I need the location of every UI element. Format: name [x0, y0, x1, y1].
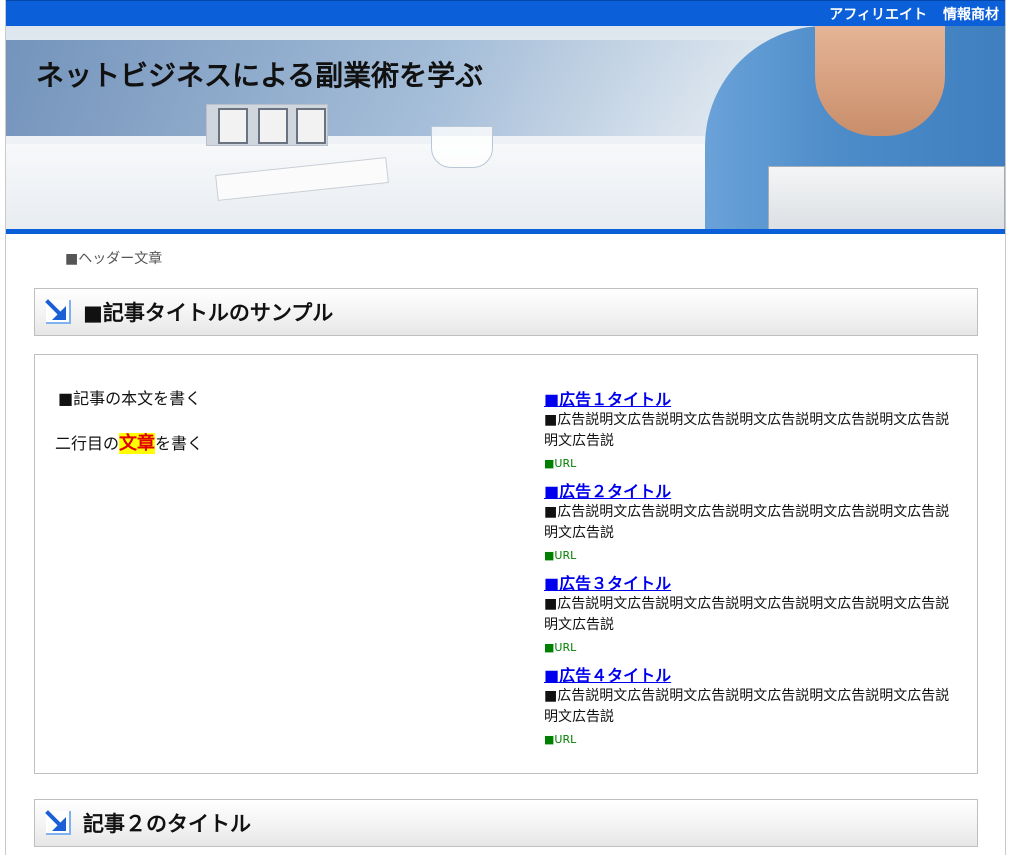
photo-frame-icon	[258, 108, 288, 144]
highlighted-word: 文章	[119, 433, 156, 454]
ad-description: ■広告説明文広告説明文広告説明文広告説明文広告説明文広告説明文広告説	[544, 412, 950, 449]
topbar-link-affiliate[interactable]: アフィリエイト	[829, 4, 927, 24]
article-title: ■記事タイトルのサンプル	[83, 301, 334, 325]
article2-title: 記事２のタイトル	[83, 812, 251, 836]
ad-url: ■URL	[544, 457, 577, 470]
page: アフィリエイト 情報商材 ネットビジネスによる副業術を学ぶ ■ヘッダー文章 ■記…	[5, 0, 1006, 855]
body-line-2-text-end: を書く	[155, 434, 204, 453]
body-line-1: ■記事の本文を書く	[58, 389, 202, 408]
ad-title-link[interactable]: ■広告１タイトル	[544, 386, 671, 410]
ad-description: ■広告説明文広告説明文広告説明文広告説明文広告説明文広告説明文広告説	[544, 688, 950, 725]
ad-item: ■広告２タイトル ■広告説明文広告説明文広告説明文広告説明文広告説明文広告説明文…	[544, 478, 954, 562]
photo-frame-icon	[218, 108, 248, 144]
ad-title-link[interactable]: ■広告３タイトル	[544, 570, 671, 594]
ad-description: ■広告説明文広告説明文広告説明文広告説明文広告説明文広告説明文広告説	[544, 504, 950, 541]
arrow-down-right-icon	[45, 299, 71, 325]
article-body-box: ■記事の本文を書く 二行目の文章を書く ■広告１タイトル ■広告説明文広告説明文…	[34, 354, 978, 774]
site-title[interactable]: ネットビジネスによる副業術を学ぶ	[36, 54, 483, 94]
glass-image	[431, 126, 493, 168]
article2-title-box: 記事２のタイトル	[34, 799, 978, 847]
top-bar: アフィリエイト 情報商材	[6, 0, 1005, 26]
ad-description: ■広告説明文広告説明文広告説明文広告説明文広告説明文広告説明文広告説	[544, 596, 950, 633]
ad-item: ■広告４タイトル ■広告説明文広告説明文広告説明文広告説明文広告説明文広告説明文…	[544, 662, 954, 746]
ad-url: ■URL	[544, 733, 577, 746]
body-line-2: 二行目の文章を書く	[55, 429, 495, 455]
ad-list: ■広告１タイトル ■広告説明文広告説明文広告説明文広告説明文広告説明文広告説明文…	[544, 386, 954, 754]
arrow-down-right-icon	[45, 810, 71, 836]
topbar-link-info-products[interactable]: 情報商材	[943, 4, 999, 24]
ad-item: ■広告１タイトル ■広告説明文広告説明文広告説明文広告説明文広告説明文広告説明文…	[544, 386, 954, 470]
header-banner: ネットビジネスによる副業術を学ぶ	[6, 26, 1005, 234]
body-line-2-text: 二行目の	[55, 434, 120, 453]
article-title-box: ■記事タイトルのサンプル	[34, 288, 978, 336]
ad-title-link[interactable]: ■広告２タイトル	[544, 478, 671, 502]
person-face-image	[815, 26, 945, 136]
article-body: ■記事の本文を書く 二行目の文章を書く	[55, 385, 495, 475]
photo-frame-icon	[296, 108, 326, 144]
ad-url: ■URL	[544, 641, 577, 654]
ad-url: ■URL	[544, 549, 577, 562]
laptop-image	[768, 166, 1005, 229]
header-text: ■ヘッダー文章	[65, 251, 163, 267]
ad-title-link[interactable]: ■広告４タイトル	[544, 662, 671, 686]
ad-item: ■広告３タイトル ■広告説明文広告説明文広告説明文広告説明文広告説明文広告説明文…	[544, 570, 954, 654]
